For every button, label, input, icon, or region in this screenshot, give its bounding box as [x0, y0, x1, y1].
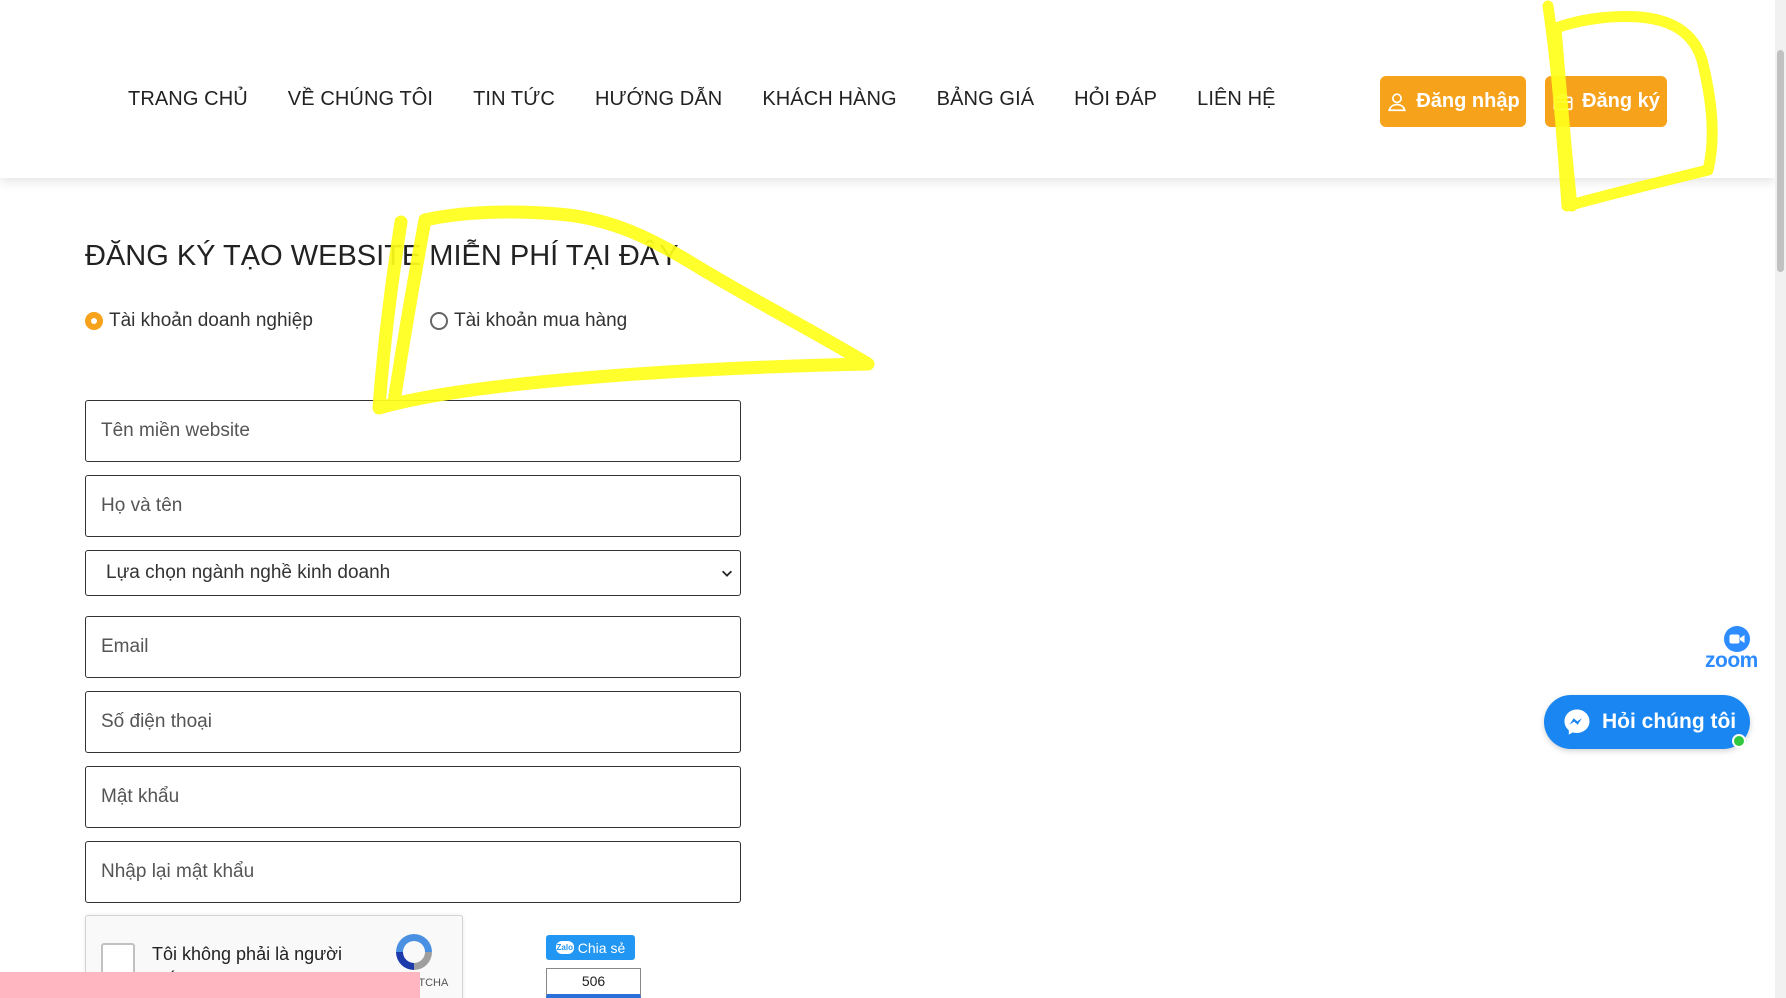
briefcase-icon [1553, 93, 1573, 110]
radio-shopping-label: Tài khoản mua hàng [454, 310, 628, 331]
confirm-password-input[interactable]: Nhập lại mật khẩu [85, 841, 741, 903]
main-nav: TRANG CHỦ VỀ CHÚNG TÔI TIN TỨC HƯỚNG DẪN… [128, 88, 1316, 111]
user-icon [1388, 92, 1407, 111]
login-button-label: Đăng nhập [1416, 90, 1520, 112]
radio-business-account[interactable]: Tài khoản doanh nghiệp [85, 310, 313, 332]
share-count: 506 [546, 968, 641, 998]
nav-item-faq[interactable]: HỎI ĐÁP [1074, 88, 1157, 111]
page-title: ĐĂNG KÝ TẠO WEBSITE MIỄN PHÍ TẠI ĐÂY [85, 240, 679, 272]
zalo-icon: Zalo [555, 941, 574, 954]
zoom-widget[interactable]: zoom [1703, 626, 1763, 672]
register-button[interactable]: Đăng ký [1545, 76, 1667, 127]
phone-input[interactable]: Số điện thoại [85, 691, 741, 753]
page: TRANG CHỦ VỀ CHÚNG TÔI TIN TỨC HƯỚNG DẪN… [0, 0, 1786, 998]
password-input[interactable]: Mật khẩu [85, 766, 741, 828]
nav-item-guide[interactable]: HƯỚNG DẪN [595, 88, 722, 111]
industry-select[interactable]: Lựa chọn ngành nghề kinh doanh [85, 550, 741, 596]
zoom-label: zoom [1705, 649, 1758, 672]
nav-item-pricing[interactable]: BẢNG GIÁ [937, 88, 1035, 111]
industry-select-value: Lựa chọn ngành nghề kinh doanh [106, 562, 391, 583]
pink-overlay-bar [0, 972, 420, 998]
radio-shopping-dot[interactable] [430, 312, 448, 330]
zalo-share-label: Chia sẻ [577, 939, 626, 956]
domain-input[interactable]: Tên miền website [85, 400, 741, 462]
nav-item-home[interactable]: TRANG CHỦ [128, 88, 248, 111]
online-status-dot [1732, 734, 1746, 748]
site-header: TRANG CHỦ VỀ CHÚNG TÔI TIN TỨC HƯỚNG DẪN… [0, 0, 1775, 178]
chevron-down-icon [722, 570, 732, 577]
messenger-icon [1564, 709, 1590, 735]
chat-button-label: Hỏi chúng tôi [1602, 710, 1737, 733]
scrollbar-thumb[interactable] [1777, 50, 1784, 272]
nav-item-about[interactable]: VỀ CHÚNG TÔI [288, 88, 433, 111]
login-button[interactable]: Đăng nhập [1380, 76, 1526, 127]
chat-button[interactable]: Hỏi chúng tôi [1544, 695, 1750, 749]
radio-business-label: Tài khoản doanh nghiệp [109, 310, 313, 331]
radio-business-dot[interactable] [85, 312, 103, 330]
nav-item-contact[interactable]: LIÊN HỆ [1197, 88, 1276, 111]
zalo-share-button[interactable]: Zalo Chia sẻ [546, 935, 635, 960]
fullname-input[interactable]: Họ và tên [85, 475, 741, 537]
radio-shopping-account[interactable]: Tài khoản mua hàng [430, 310, 627, 332]
nav-item-news[interactable]: TIN TỨC [473, 88, 555, 111]
nav-item-customers[interactable]: KHÁCH HÀNG [762, 88, 896, 111]
register-button-label: Đăng ký [1582, 90, 1660, 112]
scrollbar[interactable] [1775, 0, 1786, 998]
recaptcha-icon [396, 934, 432, 970]
email-input[interactable]: Email [85, 616, 741, 678]
